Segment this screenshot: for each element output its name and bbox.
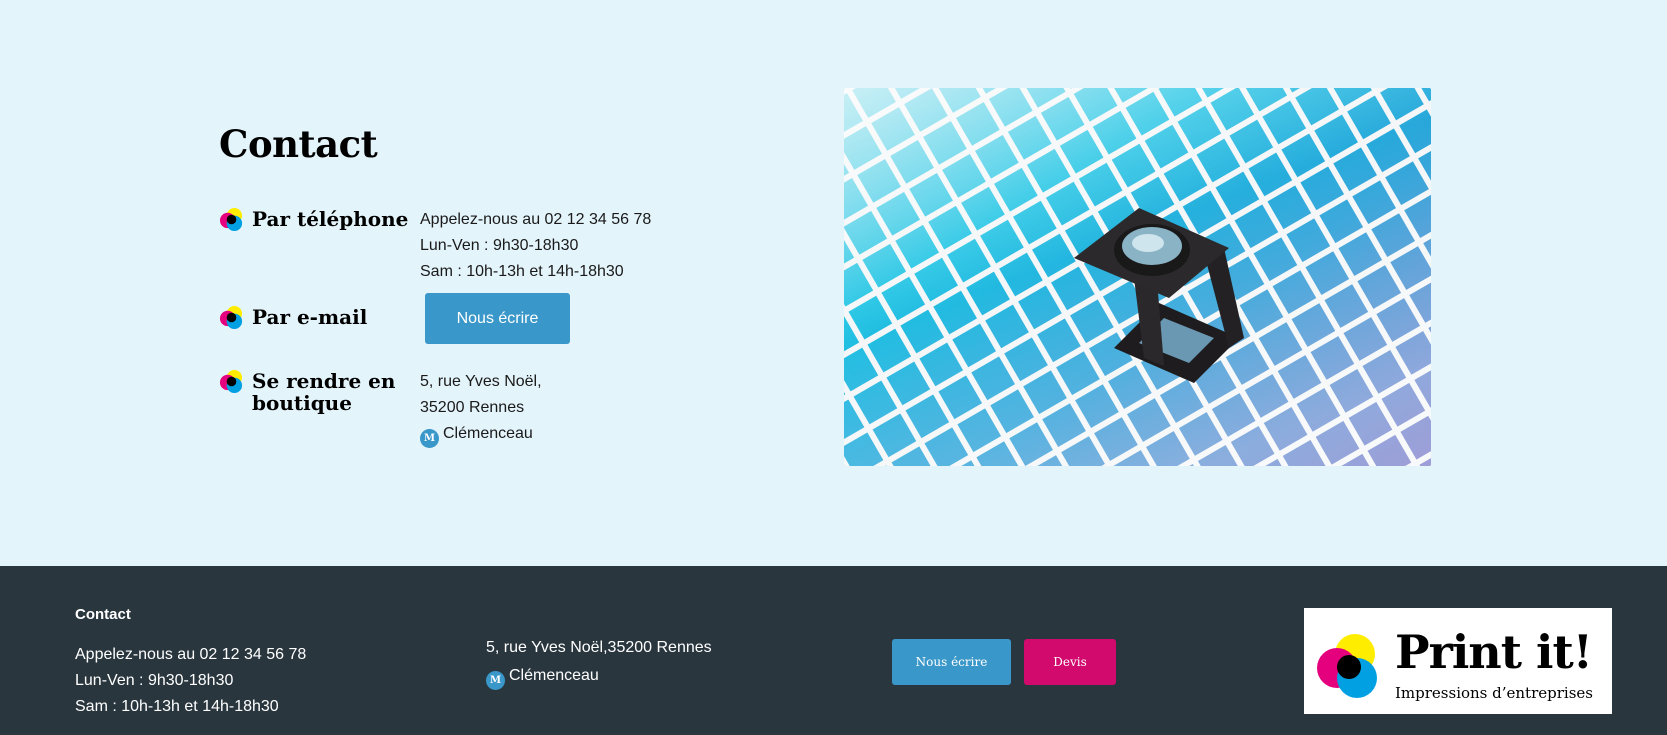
- metro-station-name: Clémenceau: [443, 425, 533, 442]
- write-us-button[interactable]: Nous écrire: [425, 293, 570, 344]
- cmy-circles-icon: [219, 305, 243, 330]
- weekday-hours-text: Lun-Ven : 9h30-18h30: [420, 237, 579, 254]
- phone-info: Appelez-nous au 02 12 34 56 78 Lun-Ven :…: [420, 207, 651, 285]
- cmy-circles-icon: [1317, 634, 1377, 698]
- metro-station: M Clémenceau: [420, 421, 542, 448]
- footer-metro: M Clémenceau: [486, 662, 712, 690]
- store-label-line1: Se rendre en: [252, 369, 396, 393]
- city-address: 35200 Rennes: [420, 399, 525, 416]
- footer-quote-button[interactable]: Devis: [1024, 639, 1116, 685]
- email-label: Par e-mail: [252, 305, 368, 329]
- saturday-hours-text: Sam : 10h-13h et 14h-18h30: [420, 263, 624, 280]
- street-address: 5, rue Yves Noël,: [420, 373, 542, 390]
- cmy-circles-icon: [219, 369, 243, 394]
- cmy-circles-icon: [219, 207, 243, 232]
- logo-name: Print it!: [1395, 625, 1593, 679]
- loupe-on-color-swatches-image: [844, 88, 1431, 466]
- footer-address: 5, rue Yves Noël,35200 Rennes: [486, 639, 712, 656]
- footer-weekday-hours: Lun-Ven : 9h30-18h30: [75, 672, 234, 689]
- footer-hours: Appelez-nous au 02 12 34 56 78 Lun-Ven :…: [75, 642, 306, 720]
- footer-phone-text: Appelez-nous au 02 12 34 56 78: [75, 646, 307, 663]
- store-info: 5, rue Yves Noël, 35200 Rennes M Clémence…: [420, 369, 542, 448]
- brand-logo[interactable]: Print it! Impressions d’entreprises: [1304, 608, 1612, 714]
- store-label: Se rendre en boutique: [252, 370, 395, 414]
- footer-metro-station: Clémenceau: [509, 667, 599, 684]
- metro-icon: M: [420, 429, 439, 448]
- logo-tagline: Impressions d’entreprises: [1395, 684, 1593, 702]
- phone-number-text: Appelez-nous au 02 12 34 56 78: [420, 211, 652, 228]
- footer-saturday-hours: Sam : 10h-13h et 14h-18h30: [75, 698, 279, 715]
- footer-address-block: 5, rue Yves Noël,35200 Rennes M Clémencea…: [486, 634, 712, 690]
- contact-section: Contact Par téléphone Appelez-nous au 02…: [0, 0, 1667, 566]
- footer-write-us-button[interactable]: Nous écrire: [892, 639, 1011, 685]
- page-title: Contact: [219, 122, 378, 166]
- footer-title: Contact: [75, 606, 131, 623]
- phone-label: Par téléphone: [252, 207, 409, 231]
- metro-icon: M: [486, 671, 505, 690]
- site-footer: Contact Appelez-nous au 02 12 34 56 78 L…: [0, 566, 1667, 735]
- store-label-line2: boutique: [252, 391, 352, 415]
